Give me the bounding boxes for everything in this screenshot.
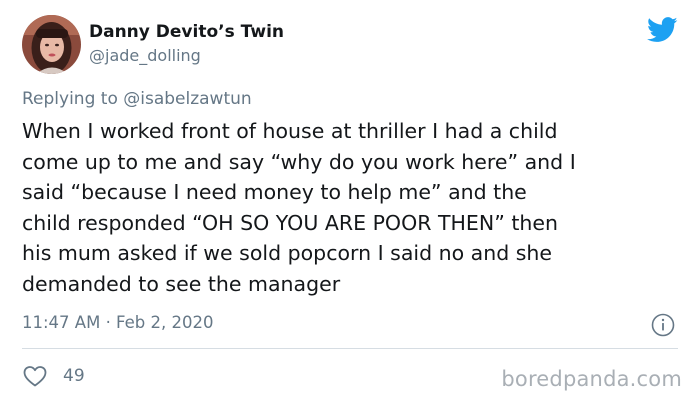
info-icon[interactable] <box>651 313 675 337</box>
tweet-text-line: demanded to see the manager <box>22 271 341 296</box>
like-count: 49 <box>63 366 85 386</box>
tweet-timestamp[interactable]: 11:47 AM · Feb 2, 2020 <box>22 313 214 332</box>
tweet-text: When I worked front of house at thriller… <box>22 116 682 299</box>
replying-to-label: Replying to <box>22 89 124 109</box>
avatar[interactable] <box>22 15 81 74</box>
reply-mention-link[interactable]: @isabelzawtun <box>123 89 251 109</box>
twitter-bird-icon[interactable] <box>647 17 678 43</box>
avatar-image <box>22 15 81 74</box>
tweet-card: Danny Devito’s Twin @jade_dolling Replyi… <box>0 0 700 402</box>
tweet-text-line: come up to me and say “why do you work h… <box>22 149 576 174</box>
divider <box>22 348 678 349</box>
replying-to: Replying to @isabelzawtun <box>22 89 252 109</box>
tweet-text-line: said “because I need money to help me” a… <box>22 180 527 204</box>
author-display-name[interactable]: Danny Devito’s Twin <box>89 22 284 42</box>
tweet-text-line: When I worked front of house at thriller… <box>22 119 558 143</box>
watermark: boredpanda.com <box>501 367 682 391</box>
heart-icon[interactable] <box>22 364 48 388</box>
tweet-text-line: child responded “OH SO YOU ARE POOR THEN… <box>22 210 558 235</box>
tweet-text-line: his mum asked if we sold popcorn I said … <box>22 241 553 265</box>
author-handle[interactable]: @jade_dolling <box>89 46 201 65</box>
